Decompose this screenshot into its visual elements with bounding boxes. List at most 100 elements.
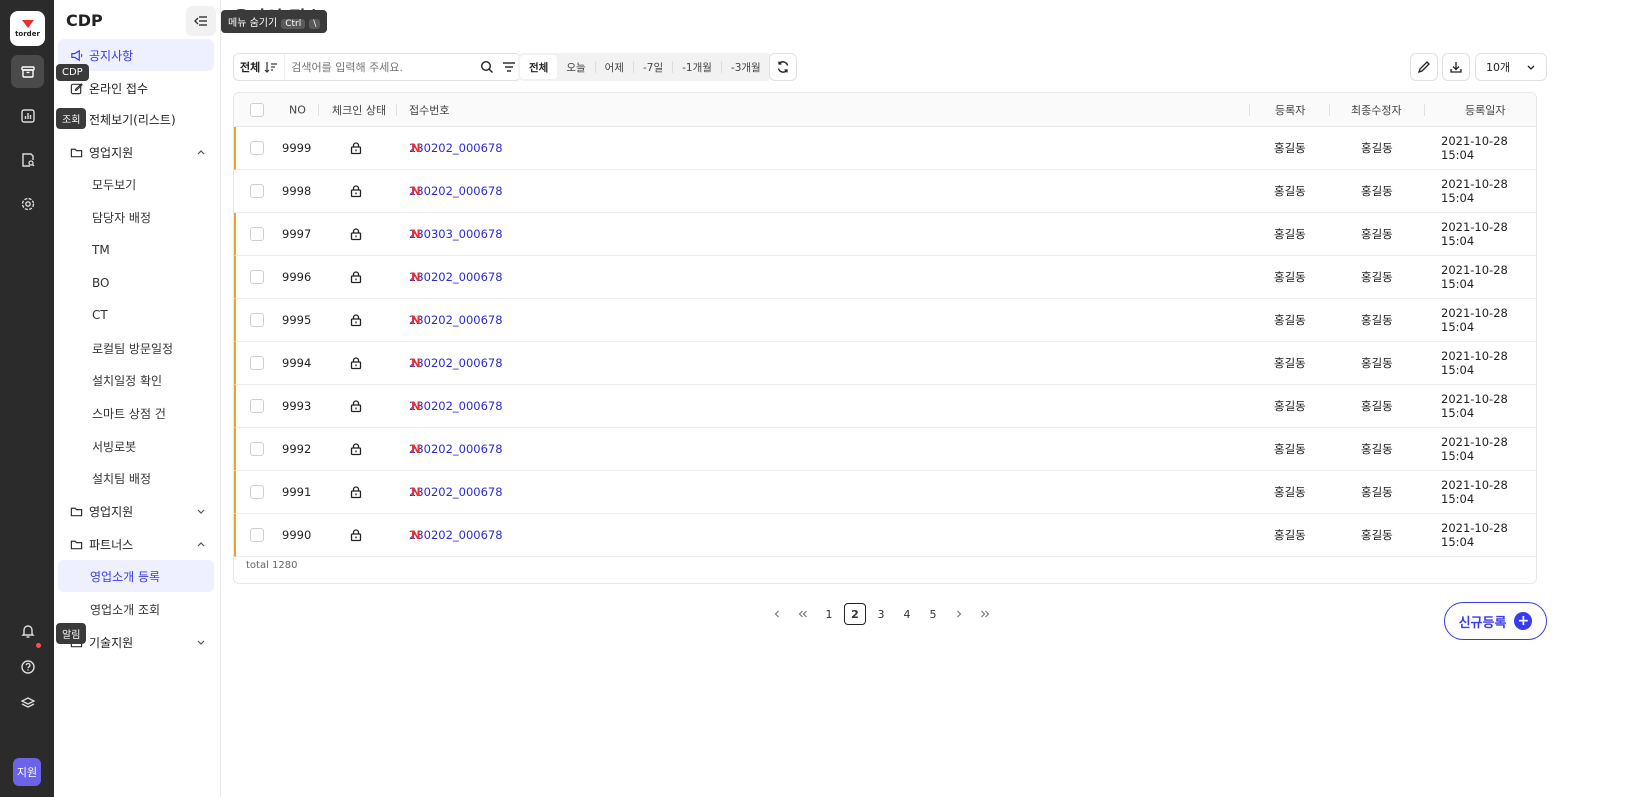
lock-icon xyxy=(350,142,362,155)
receipt-link[interactable]: 230202_000678 xyxy=(409,399,503,413)
receipt-link[interactable]: 230202_000678 xyxy=(409,270,503,284)
filter-button[interactable] xyxy=(498,61,520,73)
download-button[interactable] xyxy=(1442,53,1470,81)
sidebar-item-local-visit[interactable]: 로컬팀 방문일정 xyxy=(58,332,214,364)
receipt-link[interactable]: 230202_000678 xyxy=(409,356,503,370)
table-row[interactable]: 9997 230303_000678 N 홍길동 홍길동 2021-10-28 15:04 xyxy=(234,213,1536,256)
report-nav-button[interactable] xyxy=(11,99,44,132)
first-page-button[interactable] xyxy=(792,603,814,625)
edit-button[interactable] xyxy=(1410,53,1438,81)
table-row[interactable]: 9998 230202_000678 N 홍길동 홍길동 2021-10-28 15:04 xyxy=(234,170,1536,213)
row-checkbox[interactable] xyxy=(250,184,264,198)
page-3[interactable]: 3 xyxy=(870,603,892,625)
sidebar-item-referral-view[interactable]: 영업소개 조회 xyxy=(58,593,214,625)
new-register-button[interactable]: 신규등록 + xyxy=(1444,602,1547,640)
range-today[interactable]: 오늘 xyxy=(557,55,594,79)
main-content: 온라인 접수 전체 전체 오늘 어제 -7일 -1개월 -3개월 10개 xyxy=(221,0,1634,797)
receipt-link[interactable]: 230202_000678 xyxy=(409,528,503,542)
collapse-menu-button[interactable] xyxy=(186,6,216,36)
page-5[interactable]: 5 xyxy=(922,603,944,625)
row-checkbox[interactable] xyxy=(250,313,264,327)
search-button[interactable] xyxy=(476,60,498,74)
lock-icon xyxy=(350,185,362,198)
last-page-button[interactable] xyxy=(974,603,996,625)
torder-logo[interactable]: torder xyxy=(10,11,45,46)
edit-icon xyxy=(70,82,83,95)
sidebar-item-smart-store[interactable]: 스마트 상점 건 xyxy=(58,397,214,429)
sidebar-item-assign-manager[interactable]: 담당자 배정 xyxy=(58,201,214,233)
page-1[interactable]: 1 xyxy=(818,603,840,625)
range-yesterday[interactable]: 어제 xyxy=(596,55,633,79)
table-row[interactable]: 9990 230202_000678 N 홍길동 홍길동 2021-10-28 15:04 xyxy=(234,514,1536,557)
table-row[interactable]: 9991 230202_000678 N 홍길동 홍길동 2021-10-28 15:04 xyxy=(234,471,1536,514)
sidebar-item-install-schedule[interactable]: 설치일정 확인 xyxy=(58,364,214,396)
row-date: 2021-10-28 15:04 xyxy=(1441,306,1508,334)
row-checkbox[interactable] xyxy=(250,356,264,370)
layers-nav-button[interactable] xyxy=(11,686,44,719)
page-2-current[interactable]: 2 xyxy=(844,603,866,625)
row-checkbox[interactable] xyxy=(250,141,264,155)
row-no: 9991 xyxy=(282,485,312,499)
search-doc-nav-button[interactable] xyxy=(11,143,44,176)
prev-page-button[interactable] xyxy=(766,603,788,625)
sidebar-item-sales-support[interactable]: 영업지원 xyxy=(58,136,214,168)
table-row[interactable]: 9996 230202_000678 N 홍길동 홍길동 2021-10-28 15:04 xyxy=(234,256,1536,299)
archive-icon xyxy=(20,65,35,78)
receipt-link[interactable]: 230202_000678 xyxy=(409,313,503,327)
page-size-select[interactable]: 10개 xyxy=(1475,53,1547,81)
lock-icon xyxy=(350,228,362,241)
table-row[interactable]: 9993 230202_000678 N 홍길동 홍길동 2021-10-28 15:04 xyxy=(234,385,1536,428)
table-row[interactable]: 9995 230202_000678 N 홍길동 홍길동 2021-10-28 15:04 xyxy=(234,299,1536,342)
table-row[interactable]: 9999 230202_000678 N 홍길동 홍길동 2021-10-28 15:04 xyxy=(234,127,1536,170)
receipt-link[interactable]: 230202_000678 xyxy=(409,141,503,155)
new-badge: N xyxy=(411,485,421,499)
sidebar-item-bo[interactable]: BO xyxy=(58,267,214,299)
receipt-link[interactable]: 230202_000678 xyxy=(409,184,503,198)
sidebar-item-label: TM xyxy=(92,243,110,257)
range-all[interactable]: 전체 xyxy=(520,55,558,79)
range-1m[interactable]: -1개월 xyxy=(673,55,721,79)
help-nav-button[interactable] xyxy=(11,650,44,683)
table-row[interactable]: 9994 230202_000678 N 홍길동 홍길동 2021-10-28 15:04 xyxy=(234,342,1536,385)
receipt-link[interactable]: 230202_000678 xyxy=(409,485,503,499)
alarm-nav-button[interactable] xyxy=(11,614,44,647)
double-chevron-left-icon xyxy=(798,610,807,618)
sidebar-item-tm[interactable]: TM xyxy=(58,234,214,266)
sidebar-item-view-all[interactable]: 모두보기 xyxy=(58,168,214,200)
row-checkbox[interactable] xyxy=(250,442,264,456)
row-checkbox[interactable] xyxy=(250,528,264,542)
refresh-button[interactable] xyxy=(769,53,797,81)
receipt-link[interactable]: 230202_000678 xyxy=(409,442,503,456)
avatar[interactable]: 지원 xyxy=(13,758,41,786)
sidebar-item-partners[interactable]: 파트너스 xyxy=(58,528,214,560)
logo-text: torder xyxy=(15,29,40,38)
new-badge: N xyxy=(411,356,421,370)
hide-menu-label: 메뉴 숨기기 xyxy=(228,18,278,29)
range-7d[interactable]: -7일 xyxy=(634,55,672,79)
row-checkbox[interactable] xyxy=(250,485,264,499)
folder-icon xyxy=(70,146,83,159)
search-scope-select[interactable]: 전체 xyxy=(234,54,286,80)
sidebar-item-sales-support-2[interactable]: 영업지원 xyxy=(58,495,214,527)
next-page-button[interactable] xyxy=(948,603,970,625)
sidebar-item-ct[interactable]: CT xyxy=(58,299,214,331)
cdp-nav-button[interactable] xyxy=(11,55,44,88)
sidebar-item-referral-register[interactable]: 영업소개 등록 xyxy=(58,560,214,592)
tooltip-alarm: 알림 xyxy=(56,623,87,644)
table-row[interactable]: 9992 230202_000678 N 홍길동 홍길동 2021-10-28 15:04 xyxy=(234,428,1536,471)
row-checkbox[interactable] xyxy=(250,399,264,413)
sidebar-item-serving-robot[interactable]: 서빙로봇 xyxy=(58,430,214,462)
select-all-checkbox[interactable] xyxy=(250,102,264,117)
page-4[interactable]: 4 xyxy=(896,603,918,625)
search-input[interactable] xyxy=(285,60,476,74)
sidebar-item-install-team[interactable]: 설치팀 배정 xyxy=(58,462,214,494)
col-divider xyxy=(1329,104,1330,116)
new-badge: N xyxy=(411,227,421,241)
range-3m[interactable]: -3개월 xyxy=(722,55,770,79)
row-no: 9996 xyxy=(282,270,312,284)
lock-icon xyxy=(350,271,362,284)
receipt-link[interactable]: 230303_000678 xyxy=(409,227,503,241)
row-checkbox[interactable] xyxy=(250,227,264,241)
settings-nav-button[interactable] xyxy=(11,187,44,220)
row-checkbox[interactable] xyxy=(250,270,264,284)
